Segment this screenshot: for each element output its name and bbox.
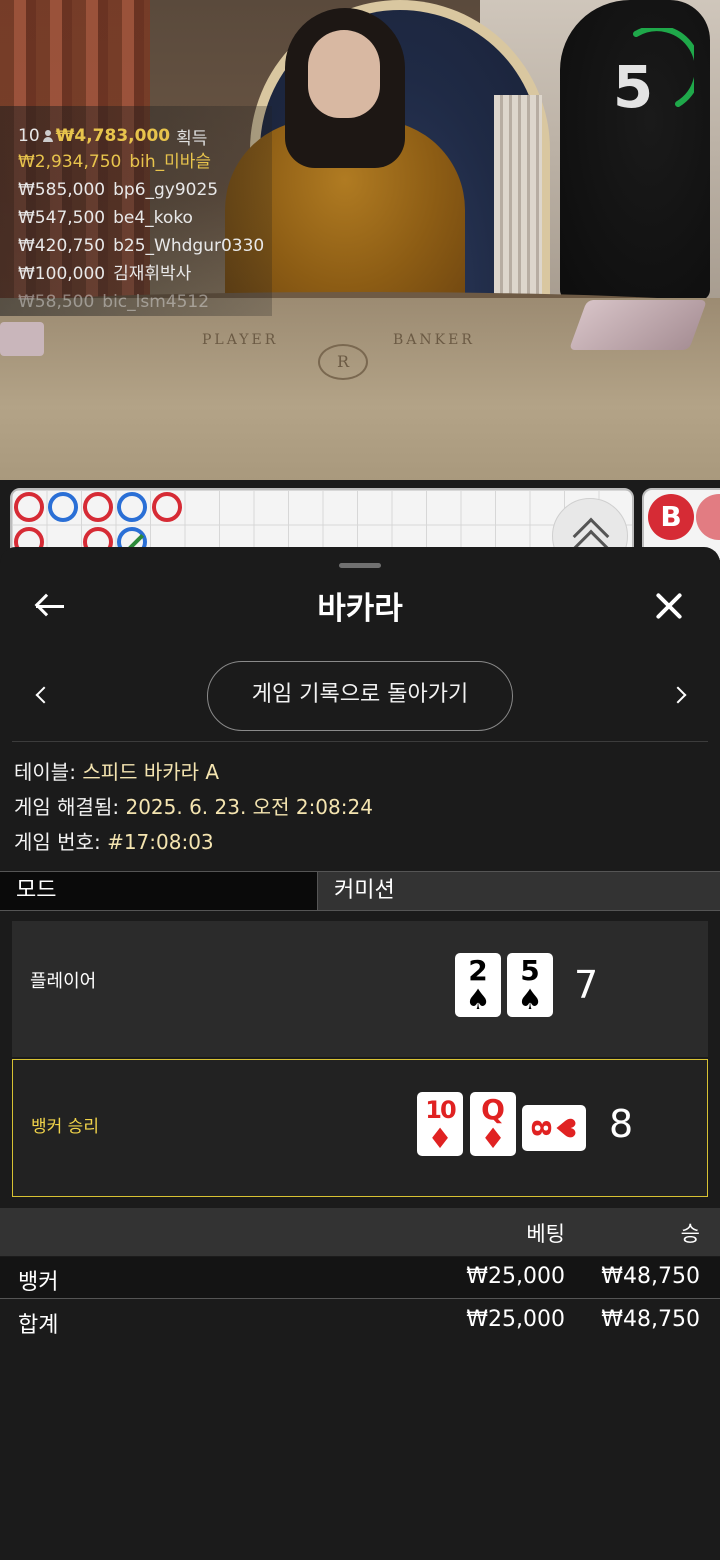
felt-logo: R [318, 344, 368, 380]
banker-score: 8 [609, 1102, 634, 1146]
divider [12, 741, 708, 742]
diamond-icon: ♦ [480, 1122, 506, 1155]
player-label: 플레이어 [30, 971, 97, 992]
spade-icon: ♠ [517, 983, 543, 1016]
winner-name: be4_koko [113, 208, 193, 228]
winner-amount: ₩585,000 [18, 180, 106, 200]
close-button[interactable] [648, 585, 690, 627]
game-number-value: #17:08:03 [107, 830, 214, 854]
playing-card: 5 ♠ [507, 953, 553, 1017]
bead-banker [83, 492, 113, 522]
player-result: 플레이어 2 ♠ 5 ♠ 7 [12, 921, 708, 1057]
table-row: 뱅커 ₩25,000 ₩48,750 [0, 1257, 720, 1299]
winners-count: 10 [18, 126, 40, 146]
heart-icon: ♥ [550, 1116, 581, 1140]
resolved-info: 게임 해결됨: 2025. 6. 23. 오전 2:08:24 [14, 790, 373, 825]
countdown-number: 5 [612, 53, 654, 121]
total-label: 합계 [18, 1313, 59, 1338]
next-game-button[interactable] [669, 685, 692, 707]
banker-win-label: 뱅커 승리 [31, 1117, 99, 1137]
pillar [494, 95, 542, 310]
winner-amount: ₩420,750 [18, 236, 106, 256]
winner-row: ₩420,750 b25_Whdgur0330 [18, 233, 272, 260]
table-info: 테이블: 스피드 바카라 A [14, 755, 373, 790]
winners-total: ₩4,783,000 [55, 126, 171, 146]
winners-list: 10 ₩4,783,000 획득 ₩2,934,750 bih_미바슬 ₩585,… [0, 106, 272, 316]
spade-icon: ♠ [465, 983, 491, 1016]
winner-row: ₩547,500 be4_koko [18, 205, 272, 232]
playing-card: 10 ♦ [417, 1092, 463, 1156]
tab-commission[interactable]: 커미션 [318, 872, 720, 910]
total-row: 합계 ₩25,000 ₩48,750 [0, 1300, 720, 1342]
bead-banker-solid [696, 494, 720, 540]
winners-gain-label: 획득 [176, 128, 208, 149]
total-win: ₩48,750 [601, 1307, 700, 1332]
winner-row: ₩585,000 bp6_gy9025 [18, 177, 272, 204]
bets-header: 베팅 승 [0, 1208, 720, 1256]
total-bet: ₩25,000 [466, 1307, 565, 1332]
bead-banker-solid: B [648, 494, 694, 540]
game-number-info: 게임 번호: #17:08:03 [14, 825, 373, 860]
winner-row: ₩2,934,750 bih_미바슬 [18, 149, 272, 176]
tab-mode[interactable]: 모드 [0, 872, 318, 910]
chevron-right-icon [669, 686, 687, 704]
playing-card: 2 ♠ [455, 953, 501, 1017]
bead-player [48, 492, 78, 522]
winner-row: ₩58,500 bic_lsm4512 [18, 289, 272, 316]
winner-name: bp6_gy9025 [113, 180, 219, 200]
sheet-grabber[interactable] [339, 563, 381, 568]
game-number-label: 게임 번호: [14, 830, 101, 854]
winner-amount: ₩547,500 [18, 208, 106, 228]
felt-banker-label: BANKER [393, 332, 475, 348]
playing-card-sideways: 8♥ [522, 1105, 586, 1151]
win-amount: ₩48,750 [601, 1264, 700, 1289]
bead-banker [152, 492, 182, 522]
game-info: 테이블: 스피드 바카라 A 게임 해결됨: 2025. 6. 23. 오전 2… [14, 755, 373, 860]
felt-player-label: PLAYER [202, 332, 279, 348]
card-shoe [568, 300, 708, 350]
user-icon [42, 130, 53, 142]
bead-player [117, 492, 147, 522]
bet-amount: ₩25,000 [466, 1264, 565, 1289]
resolved-label: 게임 해결됨: [14, 795, 120, 819]
winners-summary: 10 ₩4,783,000 획득 [18, 124, 272, 149]
previous-game-button[interactable] [30, 685, 53, 707]
winner-name: b25_Whdgur0330 [113, 236, 265, 256]
playing-card: Q ♦ [470, 1092, 516, 1156]
winner-amount: ₩100,000 [18, 264, 106, 284]
game-detail-sheet: 바카라 게임 기록으로 돌아가기 테이블: 스피드 바카라 A 게임 해결됨: … [0, 547, 720, 1560]
back-to-history-button[interactable]: 게임 기록으로 돌아가기 [207, 661, 513, 731]
chevron-left-icon [35, 686, 53, 704]
card-stack [0, 322, 44, 356]
bead-banker [14, 492, 44, 522]
banker-result: 뱅커 승리 10 ♦ Q ♦ 8♥ 8 [12, 1059, 708, 1197]
winner-name: bih_미바슬 [129, 152, 212, 172]
bet-column-header: 베팅 [526, 1222, 565, 1246]
bet-name: 뱅커 [18, 1270, 59, 1295]
winner-amount: ₩58,500 [18, 292, 95, 312]
table-label: 테이블: [14, 760, 76, 784]
winner-name: bic_lsm4512 [102, 292, 210, 312]
tab-bar: 모드 커미션 [0, 871, 720, 911]
dealer-face [308, 30, 380, 118]
winner-row: ₩100,000 김재휘박사 [18, 261, 272, 288]
winner-amount: ₩2,934,750 [18, 152, 122, 172]
win-column-header: 승 [680, 1222, 700, 1246]
sheet-title: 바카라 [317, 591, 403, 627]
winner-name: 김재휘박사 [113, 264, 192, 284]
table-value: 스피드 바카라 A [82, 760, 220, 784]
resolved-value: 2025. 6. 23. 오전 2:08:24 [125, 795, 373, 819]
player-score: 7 [574, 963, 599, 1007]
diamond-icon: ♦ [427, 1122, 453, 1155]
